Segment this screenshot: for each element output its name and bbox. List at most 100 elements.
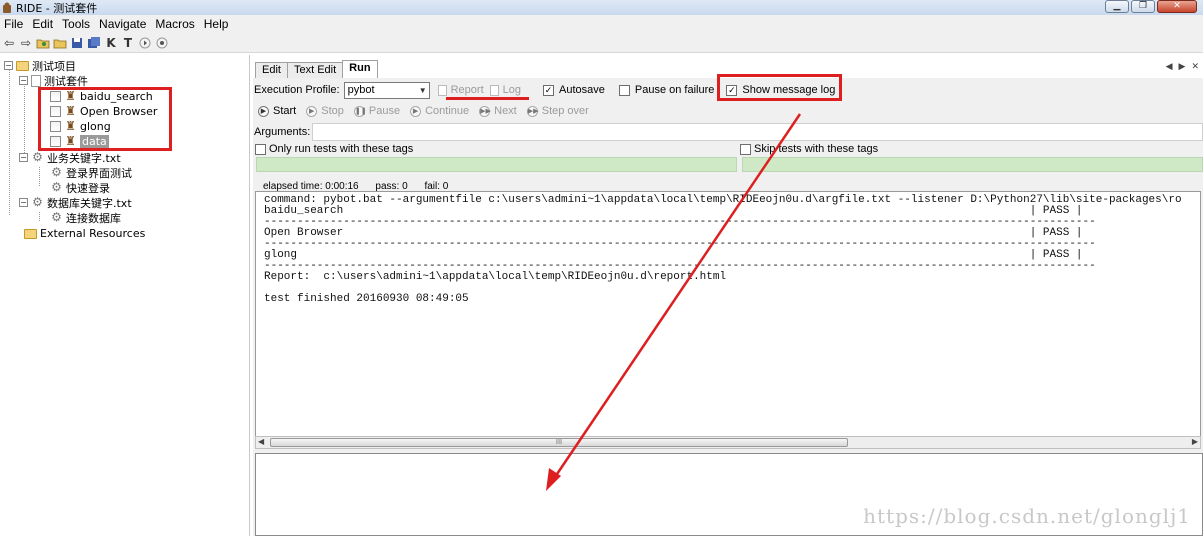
keyword-label: 登录界面测试 (66, 166, 132, 180)
pause-button[interactable]: ❚❚ Pause (353, 105, 401, 117)
menu-tools[interactable]: Tools (58, 17, 95, 31)
window-controls: ▁ ❐ ✕ (1105, 0, 1197, 13)
external-folder-icon (24, 228, 37, 239)
scroll-right-icon[interactable]: ▶ (1192, 437, 1198, 446)
keyword-search-icon[interactable]: K (104, 36, 118, 50)
pause-label: Pause (368, 105, 401, 117)
gear-icon: ⚙ (32, 150, 43, 164)
back-icon[interactable]: ⇦ (2, 36, 16, 50)
tab-text-edit[interactable]: Text Edit (286, 62, 344, 78)
step-over-label: Step over (541, 105, 589, 117)
title-bar: RIDE - 测试套件 ▁ ❐ ✕ (0, 0, 1203, 15)
include-tags-input[interactable] (256, 157, 737, 172)
profile-value: pybot (347, 84, 375, 96)
scroll-thumb[interactable]: III (270, 438, 848, 447)
restore-button[interactable]: ❐ (1131, 0, 1155, 13)
stop-icon[interactable] (155, 36, 169, 50)
next-icon: ▶▶ (479, 105, 491, 117)
stop-button[interactable]: ▶ Stop (306, 105, 344, 117)
collapse-icon[interactable]: − (19, 198, 28, 207)
test-search-icon[interactable]: T (121, 36, 135, 50)
watermark: https://blog.csdn.net/glonglj1 (863, 504, 1191, 528)
run-output[interactable]: command: pybot.bat --argumentfile c:\use… (255, 191, 1201, 440)
menu-help[interactable]: Help (200, 17, 234, 31)
step-over-icon: ▶▶ (526, 105, 539, 117)
collapse-icon[interactable]: − (4, 61, 13, 70)
collapse-icon[interactable]: − (19, 76, 28, 85)
next-button[interactable]: ▶▶ Next (479, 105, 517, 117)
annotation-box-show-message-log (717, 74, 842, 101)
document-icon (437, 84, 447, 96)
skip-tags-checkbox[interactable] (740, 143, 751, 155)
open-folder-icon[interactable] (36, 36, 50, 50)
autosave-checkbox[interactable]: ✓ (543, 84, 554, 96)
tree-root[interactable]: − 测试项目 (4, 58, 76, 73)
stop-icon: ▶ (306, 105, 318, 117)
tree-resource-business[interactable]: − ⚙ 业务关键字.txt (19, 150, 121, 165)
tree-keyword-quick-login[interactable]: ⚙ 快速登录 (50, 180, 110, 195)
pause-on-failure-checkbox[interactable] (618, 84, 630, 96)
gear-icon: ⚙ (51, 210, 62, 224)
report-button[interactable]: Report (437, 84, 484, 96)
autosave-label: Autosave (559, 84, 605, 96)
menu-navigate[interactable]: Navigate (95, 17, 151, 31)
open-directory-icon[interactable] (53, 36, 67, 50)
tree-keyword-connect-db[interactable]: ⚙ 连接数据库 (50, 210, 121, 225)
tab-close-icon[interactable]: ✕ (1191, 62, 1199, 72)
tree-resource-database[interactable]: − ⚙ 数据库关键字.txt (19, 195, 132, 210)
tab-prev-icon[interactable]: ◀ (1166, 62, 1173, 72)
tree-root-label: 测试项目 (32, 59, 76, 73)
continue-label: Continue (425, 105, 470, 117)
menu-file[interactable]: File (0, 17, 28, 31)
keyword-label: 连接数据库 (66, 211, 121, 225)
gear-icon: ⚙ (51, 165, 62, 179)
gear-icon: ⚙ (51, 180, 62, 194)
save-icon[interactable] (70, 36, 84, 50)
gear-icon: ⚙ (32, 195, 43, 209)
collapse-icon[interactable]: − (19, 153, 28, 162)
continue-button[interactable]: ▶ Continue (410, 105, 469, 117)
output-horizontal-scrollbar[interactable]: ◀ III ▶ (255, 436, 1201, 449)
exclude-tags-input[interactable] (742, 157, 1203, 172)
forward-icon[interactable]: ⇨ (19, 36, 33, 50)
tree-external-resources[interactable]: External Resources (24, 226, 145, 241)
tab-next-icon[interactable]: ▶ (1179, 62, 1186, 72)
start-button[interactable]: ▶ Start (258, 105, 296, 117)
tab-edit[interactable]: Edit (255, 62, 288, 78)
output-line: Report: c:\users\admini~1\appdata\local\… (264, 271, 727, 283)
tree-keyword-login[interactable]: ⚙ 登录界面测试 (50, 165, 132, 180)
log-label: Log (502, 84, 521, 96)
menu-macros[interactable]: Macros (151, 17, 199, 31)
resource-label: 业务关键字.txt (47, 151, 121, 165)
tree-suite[interactable]: − 测试套件 (19, 73, 88, 88)
only-run-tags-checkbox[interactable] (255, 143, 266, 155)
save-all-icon[interactable] (87, 36, 101, 50)
log-button[interactable]: Log (489, 84, 521, 96)
window-title: RIDE - 测试套件 (16, 1, 98, 15)
close-button[interactable]: ✕ (1157, 0, 1197, 13)
annotation-box-tests (38, 87, 172, 151)
editor-tabs: Edit Text Edit Run (255, 60, 378, 78)
profile-select[interactable]: pybot ▼ (343, 81, 430, 99)
minimize-button[interactable]: ▁ (1105, 0, 1129, 13)
pause-icon: ❚❚ (353, 105, 367, 117)
only-run-tags-label: Only run tests with these tags (269, 143, 414, 155)
document-icon (489, 84, 499, 96)
control-buttons-row: ▶ Start ▶ Stop ❚❚ Pause ▶ Continue ▶▶ Ne… (253, 101, 599, 121)
include-tags-row: Only run tests with these tags (255, 139, 413, 159)
start-label: Start (273, 105, 297, 117)
suite-file-icon (31, 74, 41, 87)
exclude-tags-row: Skip tests with these tags (740, 139, 878, 159)
run-icon[interactable] (138, 36, 152, 50)
arguments-label: Arguments: (254, 126, 311, 138)
step-over-button[interactable]: ▶▶ Step over (526, 105, 589, 117)
run-panel: Execution Profile: pybot ▼ Report Log ✓ … (253, 78, 1203, 536)
tab-run[interactable]: Run (342, 60, 378, 78)
keyword-label: 快速登录 (66, 181, 110, 195)
folder-icon (16, 60, 29, 71)
pause-on-failure-label: Pause on failure (634, 84, 715, 96)
report-label: Report (450, 84, 484, 96)
ride-app-icon (1, 2, 13, 14)
menu-edit[interactable]: Edit (28, 17, 58, 31)
scroll-left-icon[interactable]: ◀ (258, 437, 264, 446)
